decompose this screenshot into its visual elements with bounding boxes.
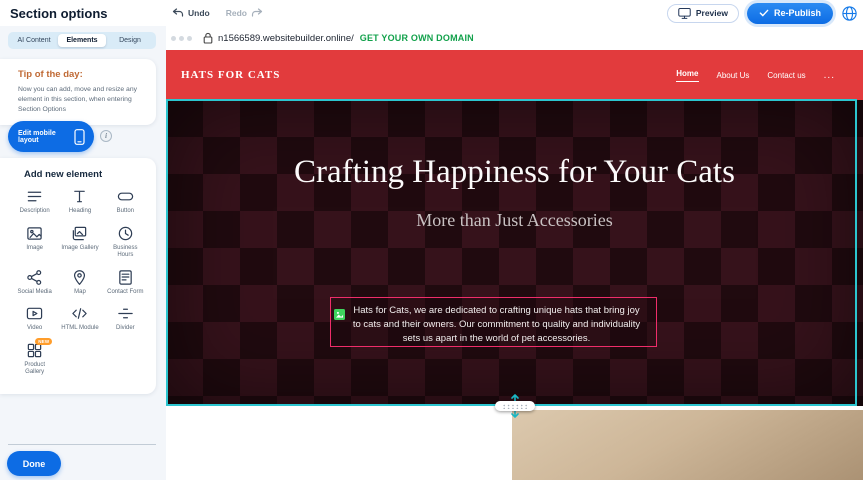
globe-icon [841,5,858,22]
redo-button[interactable]: Redo [226,8,263,18]
element-label: Image [26,245,43,253]
image-gallery-icon [71,225,88,242]
heading-icon [71,188,88,205]
check-icon [759,9,769,17]
info-button[interactable]: i [100,130,112,142]
element-label: Divider [116,325,135,333]
element-label: Button [117,208,134,216]
undo-label: Undo [188,8,210,18]
language-globe-button[interactable] [841,5,858,22]
tip-title: Tip of the day: [18,69,144,80]
undo-icon [172,8,184,18]
html-module-icon [71,305,88,322]
video-icon [26,305,43,322]
business-hours-icon [117,225,134,242]
nav-more-button[interactable]: ... [824,70,835,81]
tab-elements[interactable]: Elements [58,34,106,47]
element-divider[interactable]: Divider [105,305,146,333]
done-button[interactable]: Done [7,451,61,476]
map-icon [71,269,88,286]
preview-label: Preview [696,8,728,18]
preview-button[interactable]: Preview [667,4,739,23]
redo-label: Redo [226,8,247,18]
browser-bar: n1566589.websitebuilder.online/ GET YOUR… [166,26,863,50]
divider-icon [117,305,134,322]
social-media-icon [26,269,43,286]
edit-mobile-label: Edit mobile layout [18,130,74,144]
sidebar-divider [8,444,156,445]
window-dot [187,36,192,41]
element-image-gallery[interactable]: Image Gallery [59,225,100,260]
history-controls: Undo Redo [172,0,263,26]
phone-icon [74,129,85,145]
hero-text-element[interactable]: Hats for Cats, we are dedicated to craft… [330,297,657,347]
site-url: n1566589.websitebuilder.online/ [218,33,354,44]
element-business-hours[interactable]: Business Hours [105,225,146,260]
tip-body: Now you can add, move and resize any ele… [18,85,144,116]
canvas: n1566589.websitebuilder.online/ GET YOUR… [166,26,863,480]
hero-section[interactable]: Crafting Happiness for Your Cats More th… [166,100,863,406]
window-dot [171,36,176,41]
monitor-icon [678,8,691,19]
nav-item-about-us[interactable]: About Us [717,71,750,80]
element-label: Heading [69,208,91,216]
undo-button[interactable]: Undo [172,8,210,18]
button-icon [117,188,134,205]
element-html-module[interactable]: HTML Module [59,305,100,333]
lock-icon [203,32,213,44]
new-badge: NEW [35,338,52,345]
element-product-gallery[interactable]: NEW Product Gallery [14,342,55,377]
add-element-title: Add new element [24,169,146,180]
site-nav: Home About Us Contact us ... [676,50,835,100]
tip-of-the-day-card: Tip of the day: Now you can add, move an… [0,59,156,125]
element-map[interactable]: Map [59,269,100,297]
element-label: Social Media [17,289,51,297]
sidebar: AI Content Elements Design Tip of the da… [0,26,166,480]
element-image[interactable]: Image [14,225,55,260]
republish-label: Re-Publish [774,8,821,18]
section-drag-handle[interactable] [495,401,535,411]
edit-mobile-layout-button[interactable]: Edit mobile layout [8,121,94,152]
element-label: Description [20,208,50,216]
element-label: Contact Form [107,289,143,297]
element-heading[interactable]: Heading [59,188,100,216]
nav-item-home[interactable]: Home [676,69,698,82]
hero-title[interactable]: Crafting Happiness for Your Cats [285,100,745,195]
element-button[interactable]: Button [105,188,146,216]
tab-design[interactable]: Design [106,34,154,47]
element-label: Image Gallery [61,245,98,253]
image-placeholder-icon [334,309,345,320]
window-dot [179,36,184,41]
sidebar-tabs: AI Content Elements Design [8,32,156,49]
nav-item-contact-us[interactable]: Contact us [767,71,805,80]
element-label: Video [27,325,42,333]
republish-button[interactable]: Re-Publish [747,3,833,24]
hero-text: Hats for Cats, we are dedicated to craft… [351,304,642,345]
element-grid: Description Heading Button Image Image G… [14,188,146,377]
site-header[interactable]: HATS FOR CATS Home About Us Contact us .… [166,50,863,100]
site-logo[interactable]: HATS FOR CATS [181,69,280,81]
redo-icon [251,8,263,18]
element-contact-form[interactable]: Contact Form [105,269,146,297]
topbar-actions: Preview Re-Publish [667,0,858,26]
description-icon [26,188,43,205]
element-description[interactable]: Description [14,188,55,216]
element-video[interactable]: Video [14,305,55,333]
element-label: Business Hours [105,245,146,260]
site-preview: HATS FOR CATS Home About Us Contact us .… [166,50,863,480]
image-icon [26,225,43,242]
carpet-image[interactable] [512,410,863,480]
element-label: HTML Module [61,325,98,333]
element-label: Product Gallery [14,362,55,377]
page-title: Section options [10,6,108,21]
tab-ai-content[interactable]: AI Content [10,34,58,47]
element-social-media[interactable]: Social Media [14,269,55,297]
element-label: Map [74,289,86,297]
contact-form-icon [117,269,134,286]
get-domain-link[interactable]: GET YOUR OWN DOMAIN [360,33,474,43]
add-element-panel: Add new element Description Heading Butt… [0,158,156,394]
topbar: Section options Undo Redo Preview Re-P [0,0,863,26]
hero-subtitle[interactable]: More than Just Accessories [166,210,863,231]
